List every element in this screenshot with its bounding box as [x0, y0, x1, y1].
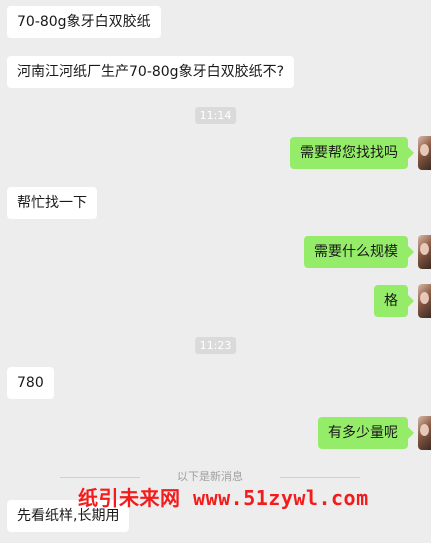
- new-messages-divider: 以下是新消息: [60, 470, 360, 484]
- user-avatar-icon[interactable]: [418, 416, 431, 450]
- message-bubble-received[interactable]: 70-80g象牙白双胶纸: [7, 6, 161, 38]
- user-avatar-icon[interactable]: [418, 284, 431, 318]
- message-bubble-received[interactable]: 帮忙找一下: [7, 187, 97, 219]
- message-bubble-received[interactable]: 780: [7, 367, 54, 399]
- timestamp: 11:14: [194, 107, 237, 124]
- user-avatar-icon[interactable]: [418, 235, 431, 269]
- new-messages-label: 以下是新消息: [177, 470, 243, 483]
- message-bubble-sent[interactable]: 需要什么规模: [304, 236, 414, 268]
- user-avatar-icon[interactable]: [418, 136, 431, 170]
- chat-window: 70-80g象牙白双胶纸 河南江河纸厂生产70-80g象牙白双胶纸不? 11:1…: [0, 0, 431, 543]
- message-bubble-sent[interactable]: 需要帮您找找吗: [290, 137, 414, 169]
- divider-line: [60, 477, 140, 478]
- message-bubble-sent[interactable]: 格: [374, 285, 414, 317]
- divider-line: [280, 477, 360, 478]
- watermark: 纸引未来网 www.51zywl.com: [78, 486, 369, 510]
- timestamp: 11:23: [194, 337, 237, 354]
- message-bubble-received[interactable]: 河南江河纸厂生产70-80g象牙白双胶纸不?: [7, 56, 294, 88]
- message-bubble-sent[interactable]: 有多少量呢: [318, 417, 414, 449]
